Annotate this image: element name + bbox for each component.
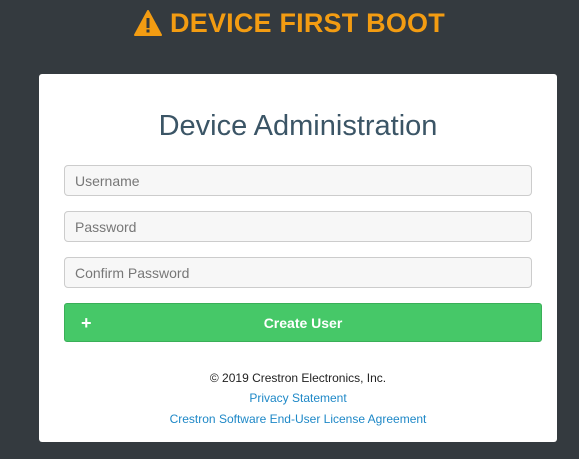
page-title: Device Administration [158, 110, 438, 142]
first-boot-banner: DEVICE FIRST BOOT [0, 0, 579, 46]
warning-icon [134, 10, 163, 36]
admin-card: Device Administration + Create User © 20… [39, 74, 557, 442]
username-input[interactable] [64, 165, 532, 196]
password-input[interactable] [64, 211, 532, 242]
copyright-text: © 2019 Crestron Electronics, Inc. [209, 371, 387, 385]
plus-icon: + [81, 312, 92, 333]
eula-link[interactable]: Crestron Software End-User License Agree… [39, 412, 557, 426]
privacy-statement-link[interactable]: Privacy Statement [39, 391, 557, 405]
banner-title: DEVICE FIRST BOOT [170, 7, 445, 38]
create-user-label: Create User [263, 314, 343, 331]
confirm-password-input[interactable] [64, 257, 532, 288]
create-user-button[interactable]: + Create User [64, 303, 542, 342]
